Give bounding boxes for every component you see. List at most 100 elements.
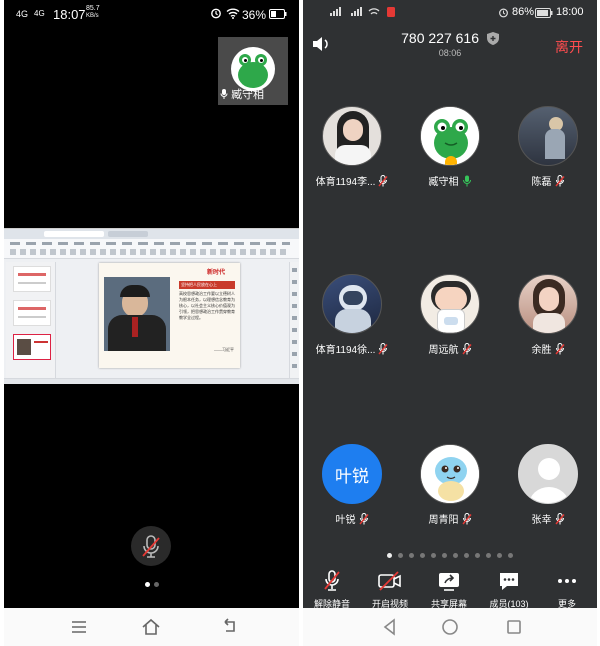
slide-thumbnails[interactable] <box>6 262 56 380</box>
avatar <box>322 274 382 334</box>
avatar <box>518 274 578 334</box>
participant-tile[interactable]: 张幸 <box>499 444 597 526</box>
page-indicator <box>303 553 597 558</box>
slide-body: 高校思想政治工作要以立德树人为根本任务，以理想信念教育为核心，以社会主义核心价值… <box>179 291 235 320</box>
mic-muted-icon <box>554 342 565 354</box>
current-slide: 新时代 坚持把人民放在心上 高校思想政治工作要以立德树人为根本任务，以理想信念教… <box>99 263 240 368</box>
meeting-timer: 08:06 <box>438 48 462 58</box>
right-phone-screen: 86% 18:00 780 227 616 08:06 离开 体育1194李..… <box>303 0 597 646</box>
battery-icon <box>269 9 287 22</box>
turtle-avatar-icon <box>421 445 479 503</box>
mic-muted-icon <box>358 512 369 524</box>
participant-name: 体育1194李... <box>315 177 376 188</box>
members-button[interactable]: 成员(103) <box>477 570 541 610</box>
mic-muted-icon <box>378 174 388 186</box>
participant-tile[interactable]: 陈磊 <box>499 106 597 188</box>
avatar <box>518 444 578 504</box>
participant-tile[interactable]: 臧守相 <box>401 106 499 188</box>
avatar-initials: 叶锐 <box>335 466 369 486</box>
participant-tile[interactable]: 周青阳 <box>401 444 499 526</box>
alarm-icon <box>498 7 509 21</box>
signal-label-2: 4G <box>34 9 45 18</box>
participant-tile[interactable]: 余胜 <box>499 274 597 356</box>
mic-muted-icon <box>461 512 472 524</box>
signal-icons <box>329 6 399 21</box>
status-bar: 86% 18:00 <box>303 0 597 26</box>
app-title-bar <box>4 229 299 239</box>
avatar: 叶锐 <box>322 444 382 504</box>
battery-percent: 86% <box>512 6 535 18</box>
meeting-toolbar: 解除静音 开启视频 共享屏幕 成员(103) 更多 <box>303 566 597 610</box>
participant-tile[interactable]: 叶锐 叶锐 <box>303 444 401 526</box>
participant-name: 周远航 <box>428 345 459 356</box>
back-icon[interactable] <box>218 616 240 638</box>
clock: 18:07 <box>53 7 86 22</box>
share-screen-button[interactable]: 共享屏幕 <box>417 570 481 610</box>
participant-name: 周青阳 <box>428 515 459 526</box>
participant-tile[interactable]: 体育1194徐... <box>303 274 401 356</box>
clock: 18:00 <box>556 6 584 18</box>
mic-muted-icon <box>142 535 160 558</box>
alarm-icon <box>210 7 222 22</box>
left-phone-screen: 4G 4G 18:07 85.7 KB/s 36% 臧守相 新时代 坚持把人民放… <box>4 0 299 646</box>
android-nav-bar <box>303 608 597 646</box>
mic-muted-icon <box>461 342 472 354</box>
menu-icon[interactable] <box>68 616 90 638</box>
signal-label: 4G <box>16 9 29 19</box>
mute-toggle-button[interactable] <box>131 526 171 566</box>
recents-square-icon[interactable] <box>503 616 525 638</box>
android-nav-bar <box>4 608 299 646</box>
shared-screen[interactable]: 新时代 坚持把人民放在心上 高校思想政治工作要以立德树人为根本任务，以理想信念教… <box>4 228 299 384</box>
net-speed: 85.7 <box>86 5 100 12</box>
avatar <box>420 444 480 504</box>
mic-muted-icon <box>554 174 565 186</box>
mic-muted-icon <box>378 342 388 354</box>
start-video-button[interactable]: 开启视频 <box>358 570 422 610</box>
page-indicator <box>143 574 161 592</box>
app-status-bar <box>4 378 299 384</box>
avatar <box>420 274 480 334</box>
home-circle-icon[interactable] <box>439 616 461 638</box>
participant-name: 余胜 <box>531 345 552 356</box>
participant-tile[interactable]: 体育1194李... <box>303 106 401 188</box>
share-screen-icon <box>439 573 459 591</box>
participant-tile[interactable]: 周远航 <box>401 274 499 356</box>
participant-name: 陈磊 <box>531 177 552 188</box>
mic-muted-icon <box>554 512 565 524</box>
meeting-header: 780 227 616 08:06 离开 <box>303 26 597 62</box>
slide-photo <box>104 277 170 351</box>
battery-percent: 36% <box>242 8 267 22</box>
leave-button[interactable]: 离开 <box>555 37 583 57</box>
default-user-icon <box>519 445 577 503</box>
unmute-button[interactable]: 解除静音 <box>303 570 364 610</box>
pip-name-tag: 臧守相 <box>220 86 264 102</box>
status-bar: 4G 4G 18:07 85.7 KB/s 36% <box>4 0 299 30</box>
avatar <box>420 106 480 166</box>
members-icon <box>500 573 518 590</box>
meeting-number[interactable]: 780 227 616 <box>303 30 597 46</box>
ribbon-toolbar <box>4 239 299 259</box>
avatar <box>322 106 382 166</box>
net-speed-unit: KB/s <box>86 13 99 19</box>
home-icon[interactable] <box>140 616 162 638</box>
slide-quote: ——习近平 <box>214 347 234 352</box>
mic-active-icon <box>462 175 471 186</box>
participant-name: 臧守相 <box>428 177 459 188</box>
slide-heading: 坚持把人民放在心上 <box>179 281 235 289</box>
side-rail <box>289 262 299 380</box>
battery-icon <box>535 8 553 21</box>
mic-icon <box>220 89 228 99</box>
avatar <box>518 106 578 166</box>
more-button[interactable]: 更多 <box>535 570 597 610</box>
shield-icon[interactable] <box>486 32 499 45</box>
back-triangle-icon[interactable] <box>379 616 401 638</box>
pip-name: 臧守相 <box>231 89 265 101</box>
self-video-pip[interactable]: 臧守相 <box>218 37 288 105</box>
video-off-icon <box>378 571 401 591</box>
more-dots-icon <box>558 579 576 583</box>
participant-name: 体育1194徐... <box>315 345 376 356</box>
participant-name: 叶锐 <box>335 515 356 526</box>
meeting-number-text: 780 227 616 <box>401 30 479 46</box>
mic-muted-icon <box>324 570 340 591</box>
wifi-icon <box>226 7 240 22</box>
